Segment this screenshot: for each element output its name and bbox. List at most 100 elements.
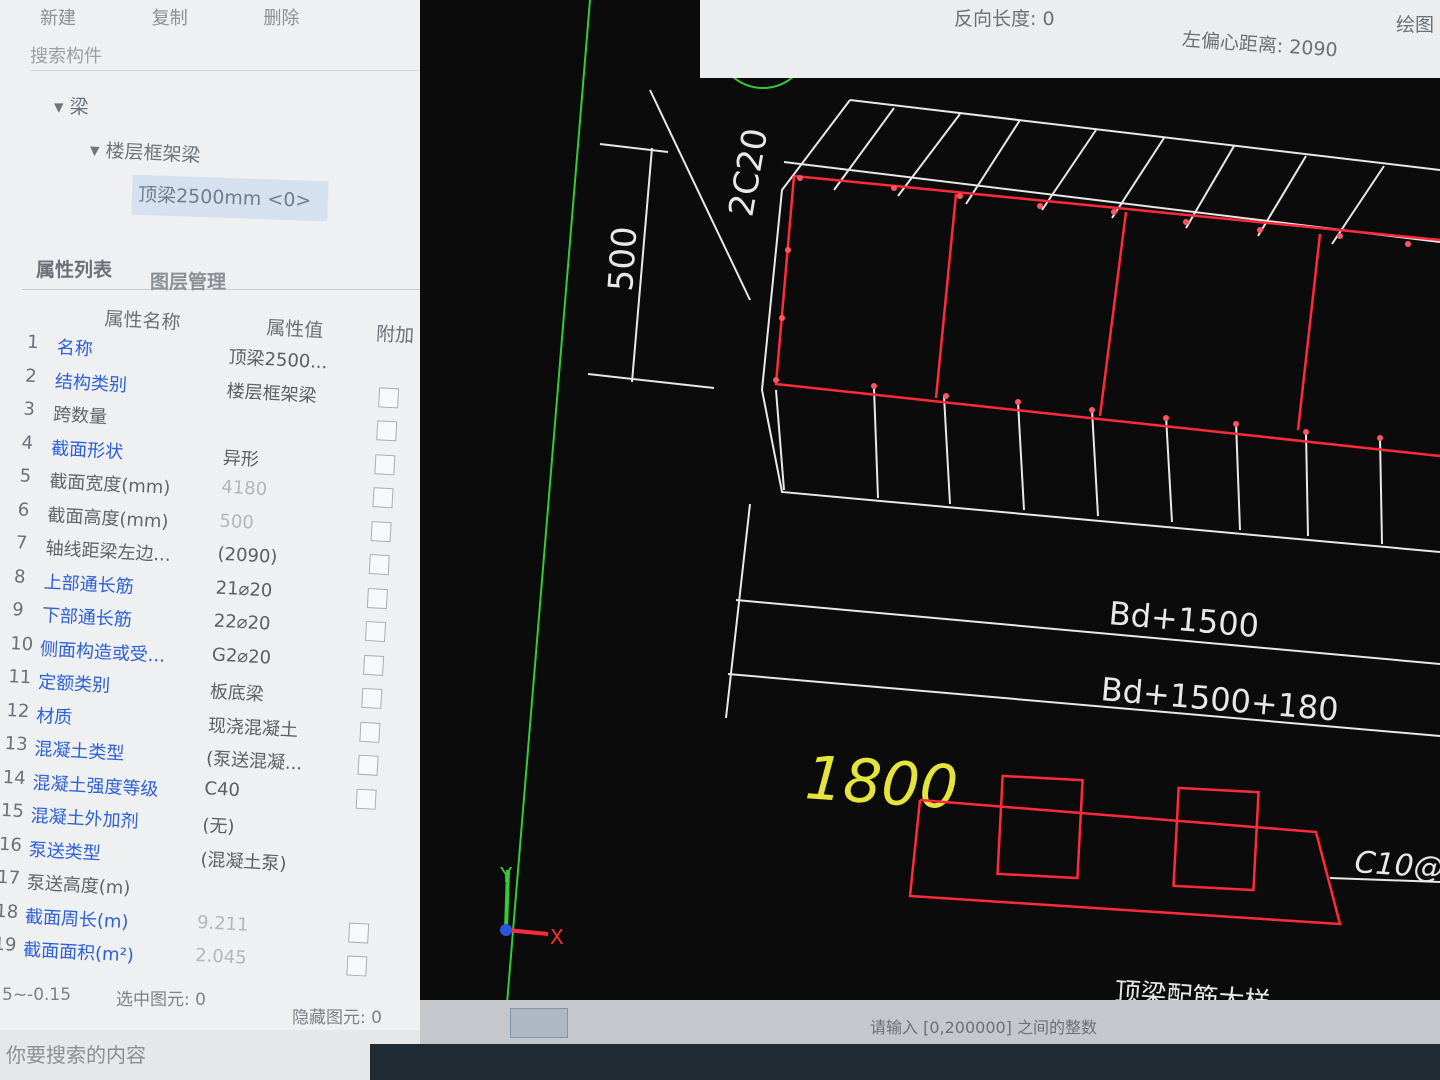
properties-panel: 新建 复制 删除 搜索构件 ⌕ ▾ 梁 ▾ 楼层框架梁 顶梁2500mm <0>… xyxy=(0,0,470,1040)
search-placeholder: 搜索构件 xyxy=(30,46,102,67)
property-value[interactable]: 异形 xyxy=(222,443,259,471)
extra-checkbox[interactable] xyxy=(361,687,383,709)
property-name: 截面形状 xyxy=(50,437,124,463)
draw-tab[interactable]: 绘图 xyxy=(1396,10,1434,37)
command-hint: 请输入 [0,200000] 之间的整数 xyxy=(870,1018,1098,1037)
property-value[interactable]: 21⌀20 xyxy=(215,577,273,601)
extra-checkbox[interactable] xyxy=(370,520,392,542)
property-value[interactable]: 4180 xyxy=(221,477,268,501)
property-value[interactable]: G2⌀20 xyxy=(211,644,271,668)
property-value[interactable]: 顶梁2500... xyxy=(228,343,328,374)
tab-layers[interactable]: 图层管理 xyxy=(150,267,226,294)
row-index: 9 xyxy=(11,599,25,621)
delete-button[interactable]: 删除 xyxy=(263,8,299,29)
chevron-down-icon: ▾ xyxy=(54,96,70,118)
property-name: 泵送高度(m) xyxy=(26,872,131,900)
extra-checkbox[interactable] xyxy=(368,554,390,576)
property-name: 名称 xyxy=(56,337,94,361)
extra-checkbox[interactable] xyxy=(366,587,388,609)
component-toolbar: 新建 复制 删除 xyxy=(40,4,369,30)
property-name: 泵送类型 xyxy=(28,838,102,864)
property-value[interactable]: (2090) xyxy=(217,544,278,568)
selected-count: 选中图元: 0 xyxy=(116,990,206,1010)
extra-checkbox[interactable] xyxy=(378,386,400,408)
command-status-bar: 请输入 [0,200000] 之间的整数 xyxy=(420,1000,1440,1044)
row-index: 19 xyxy=(0,933,17,956)
property-name: 定额类别 xyxy=(37,671,111,697)
tree-node-frame-beam[interactable]: ▾ 楼层框架梁 xyxy=(89,135,201,168)
row-index: 8 xyxy=(13,565,27,588)
cad-viewport[interactable]: 15 2C20 500 xyxy=(420,0,1440,1040)
property-value[interactable]: 9.211 xyxy=(196,912,249,936)
property-name: 截面宽度(mm) xyxy=(48,471,171,499)
header-extra: 附加 xyxy=(375,323,415,348)
header-property-value: 属性值 xyxy=(265,316,324,343)
extra-checkbox[interactable] xyxy=(374,453,396,475)
tree-node-selected[interactable]: 顶梁2500mm <0> xyxy=(131,174,329,222)
property-value[interactable]: (混凝土泵) xyxy=(200,845,287,876)
tree-node-label: 楼层框架梁 xyxy=(104,139,202,167)
row-index: 10 xyxy=(9,632,34,655)
tree-node-beam[interactable]: ▾ 梁 xyxy=(54,92,89,119)
property-value[interactable]: 板底梁 xyxy=(209,677,264,706)
tab-properties[interactable]: 属性列表 xyxy=(36,255,112,282)
property-name: 结构类别 xyxy=(54,370,128,396)
os-taskbar xyxy=(370,1044,1440,1080)
property-value[interactable]: 现浇混凝土 xyxy=(207,711,298,742)
property-name: 混凝土强度等级 xyxy=(31,772,159,801)
extra-checkbox[interactable] xyxy=(376,420,398,442)
extra-checkbox[interactable] xyxy=(363,654,385,676)
cad-background xyxy=(420,0,1440,1040)
extra-checkbox[interactable] xyxy=(348,921,370,944)
property-value[interactable]: 500 xyxy=(219,510,254,533)
row-index: 14 xyxy=(2,766,27,789)
tree-node-label: 梁 xyxy=(69,96,89,118)
draw-options-bar: 反向长度: 0 左偏心距离: 2090 绘图 xyxy=(700,0,1440,78)
height-dim-text: 500 xyxy=(601,225,645,293)
yellow-dim-text: 1800 xyxy=(803,743,960,823)
extra-checkbox[interactable] xyxy=(359,721,381,743)
extra-checkbox[interactable] xyxy=(364,620,387,643)
chevron-down-icon: ▾ xyxy=(89,139,107,162)
property-name: 跨数量 xyxy=(52,404,108,429)
reverse-length-field[interactable]: 反向长度: 0 xyxy=(954,4,1055,31)
floor-range: 5~-0.15 xyxy=(2,985,72,1005)
header-property-name: 属性名称 xyxy=(103,307,182,335)
property-value[interactable]: (无) xyxy=(202,811,235,839)
row-index: 1 xyxy=(26,331,40,354)
extra-checkbox[interactable] xyxy=(372,487,394,509)
row-index: 3 xyxy=(22,398,36,421)
property-name: 上部通长筋 xyxy=(43,571,135,598)
property-value[interactable]: (泵送混凝... xyxy=(206,744,303,775)
axis-y-label: Y xyxy=(499,863,513,887)
property-name: 混凝土外加剂 xyxy=(30,805,140,833)
row-index: 11 xyxy=(7,666,32,689)
row-index: 12 xyxy=(5,699,31,722)
panel-tabs: 属性列表 图层管理 ✕ xyxy=(22,245,462,293)
row-index: 17 xyxy=(0,866,21,890)
row-index: 7 xyxy=(15,532,28,554)
left-offset-field[interactable]: 左偏心距离: 2090 xyxy=(1181,25,1338,63)
snap-toggle-button[interactable] xyxy=(510,1008,568,1038)
property-name: 混凝土类型 xyxy=(33,738,125,765)
property-value[interactable]: 22⌀20 xyxy=(213,610,271,634)
row-index: 6 xyxy=(17,498,30,521)
new-button[interactable]: 新建 xyxy=(40,8,76,29)
property-name: 截面高度(mm) xyxy=(46,504,170,533)
copy-button[interactable]: 复制 xyxy=(152,8,188,29)
row-index: 5 xyxy=(19,465,32,488)
property-value[interactable]: 2.045 xyxy=(195,945,248,969)
extra-checkbox[interactable] xyxy=(346,955,368,977)
extra-checkbox[interactable] xyxy=(355,788,377,810)
hidden-count: 隐藏图元: 0 xyxy=(292,1008,382,1028)
status-bar-left: 5~-0.15 选中图元: 0 隐藏图元: 0 xyxy=(0,985,470,1028)
extra-checkbox[interactable] xyxy=(357,754,379,776)
property-name: 截面面积(m²) xyxy=(22,939,135,967)
property-value[interactable]: 楼层框架梁 xyxy=(226,376,317,407)
property-value[interactable]: C40 xyxy=(204,778,241,801)
search-input[interactable]: 搜索构件 xyxy=(30,42,460,71)
property-name: 侧面构造或受... xyxy=(39,638,166,667)
property-name: 轴线距梁左边... xyxy=(45,537,172,566)
property-table: 属性名称 属性值 附加 1 名称 顶梁2500... 2 结构类别 楼层框架梁 3 跨数量 4 截… xyxy=(0,290,469,1015)
row-index: 16 xyxy=(0,833,23,856)
